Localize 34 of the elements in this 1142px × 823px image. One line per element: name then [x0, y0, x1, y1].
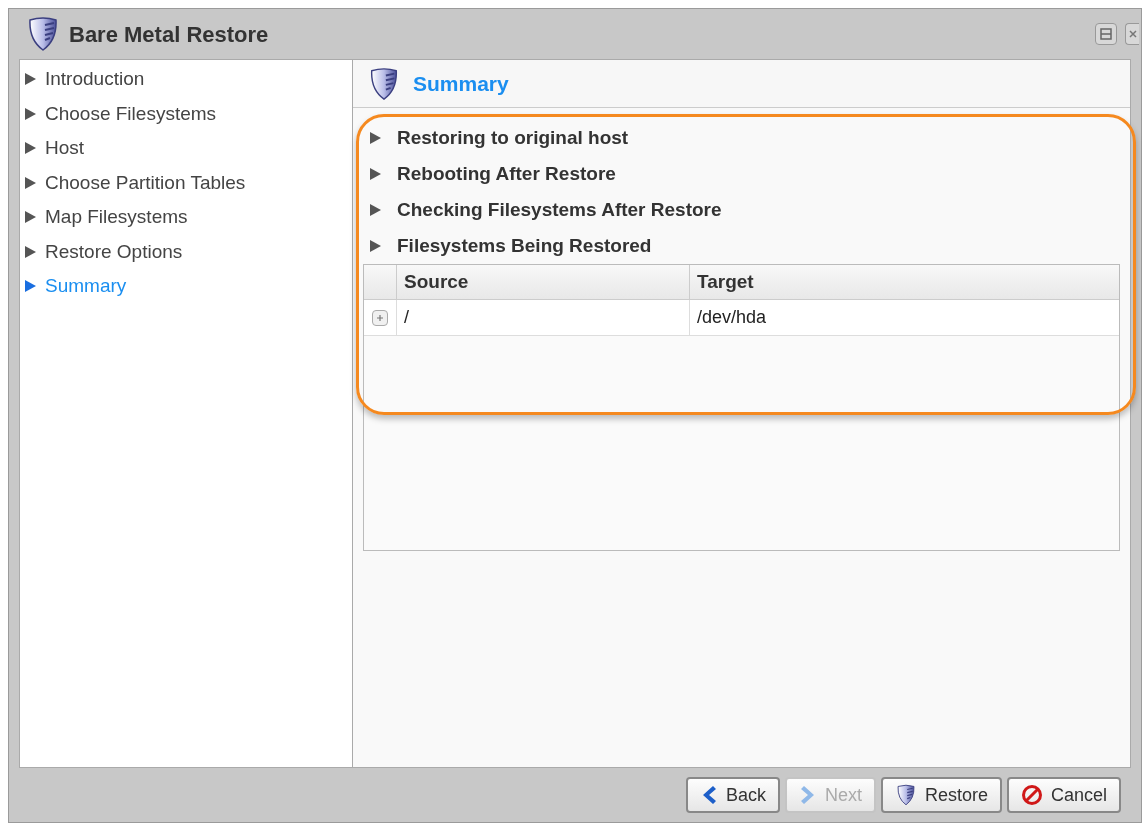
triangle-icon — [24, 72, 37, 87]
section-header[interactable]: Rebooting After Restore — [363, 156, 1120, 192]
triangle-icon — [24, 106, 37, 121]
table-cell: / — [397, 300, 690, 335]
close-icon — [1128, 30, 1137, 38]
step-item[interactable]: Choose Partition Tables — [24, 165, 352, 200]
triangle-icon — [24, 210, 37, 225]
close-button[interactable] — [1125, 23, 1139, 45]
triangle-icon — [24, 141, 37, 156]
triangle-icon — [24, 175, 37, 190]
dialog-button[interactable]: Back — [685, 777, 780, 813]
step-item[interactable]: Host — [24, 131, 352, 166]
dialog-button[interactable]: Restore — [880, 777, 1002, 813]
table-cell-text: /dev/hda — [696, 306, 768, 329]
triangle-icon — [24, 244, 37, 259]
section-header[interactable]: Checking Filesystems After Restore — [363, 192, 1120, 228]
section-header[interactable]: Restoring to original host — [363, 120, 1120, 156]
prohibited-icon — [1020, 784, 1043, 806]
expand-row-button[interactable] — [372, 309, 388, 326]
step-item[interactable]: Choose Filesystems — [24, 96, 352, 131]
restore-window-button[interactable] — [1095, 23, 1117, 45]
triangle-icon — [24, 279, 37, 294]
plus-icon — [376, 313, 384, 322]
column-header[interactable]: Source — [397, 265, 690, 299]
dialog-button[interactable]: Cancel — [1006, 777, 1121, 813]
step-item[interactable]: Restore Options — [24, 234, 352, 269]
shield-icon — [894, 784, 917, 806]
window-title: Bare Metal Restore — [69, 20, 270, 49]
step-item[interactable]: Introduction — [24, 62, 352, 97]
panel-title: Summary — [413, 70, 509, 97]
step-item[interactable]: Map Filesystems — [24, 200, 352, 235]
window-icon — [1100, 28, 1112, 40]
column-header[interactable]: Target — [690, 265, 1119, 299]
section-header[interactable]: Filesystems Being Restored — [363, 228, 1120, 264]
